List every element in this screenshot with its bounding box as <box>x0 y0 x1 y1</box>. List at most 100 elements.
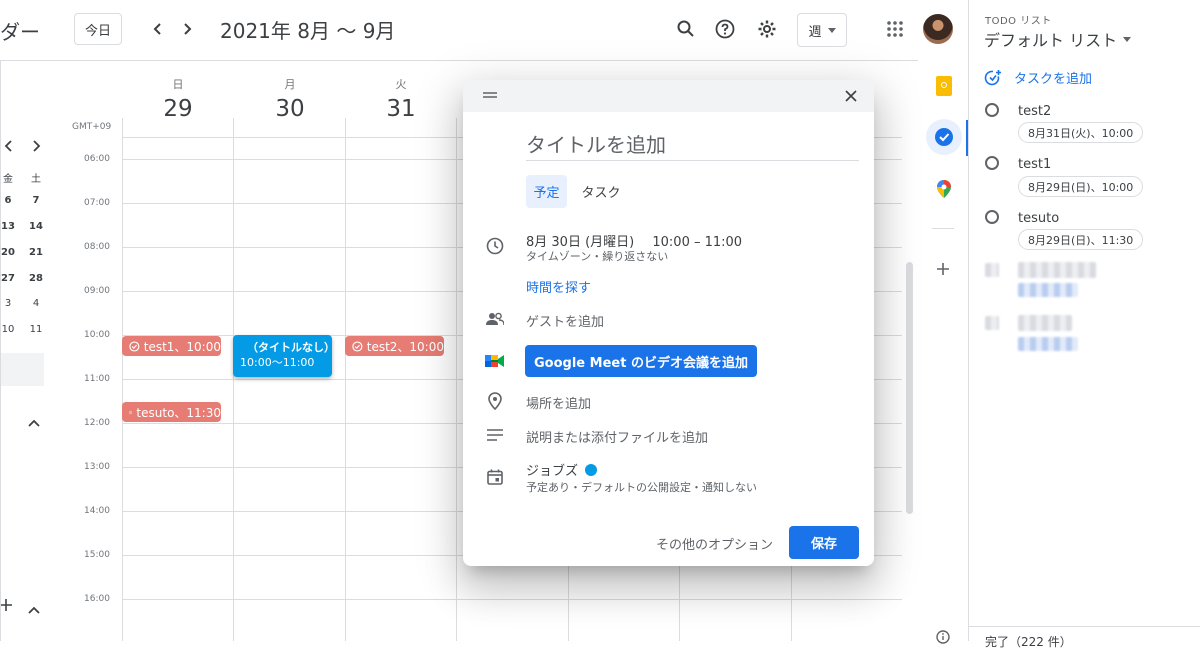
tasks-icon <box>935 128 953 146</box>
find-time-link[interactable]: 時間を探す <box>526 277 591 296</box>
task-list-selector[interactable]: デフォルト リスト <box>984 27 1132 51</box>
mini-prev-button[interactable] <box>4 140 14 155</box>
description-icon <box>485 425 505 445</box>
collapse-button[interactable] <box>28 416 40 430</box>
blurred-checkbox[interactable] <box>985 263 999 277</box>
blurred-task-title[interactable] <box>1018 315 1072 331</box>
task-complete-checkbox[interactable] <box>985 103 999 117</box>
tasks-app-button[interactable] <box>926 119 962 155</box>
calendar-selector[interactable]: ジョブズ <box>526 460 598 479</box>
add-addon-button[interactable] <box>937 263 949 278</box>
mini-day[interactable]: 28 <box>26 273 46 284</box>
event-new-untitled[interactable]: （タイトルなし） 10:00～11:00 <box>233 335 335 377</box>
help-icon <box>715 19 735 39</box>
mini-day[interactable]: 14 <box>26 221 46 232</box>
search-icon <box>677 20 694 37</box>
event-time: 10:00～11:00 <box>240 356 315 369</box>
hour-label: 07:00 <box>84 198 110 208</box>
timezone-repeat-label[interactable]: タイムゾーン・繰り返さない <box>526 248 668 264</box>
event-test2[interactable]: test2、10:00 <box>345 336 444 356</box>
help-button[interactable] <box>710 14 740 44</box>
mini-day[interactable]: 4 <box>26 298 46 309</box>
avatar[interactable] <box>923 14 953 44</box>
mini-day[interactable]: 11 <box>26 324 46 335</box>
collapse-calendars-button[interactable] <box>28 603 40 617</box>
hour-label: 08:00 <box>84 242 110 252</box>
day-number[interactable]: 30 <box>270 96 310 122</box>
divider <box>932 228 954 229</box>
event-quick-create-dialog: 予定 タスク 8月 30日 (月曜日) 10:00 – 11:00 タイムゾーン… <box>463 80 874 566</box>
top-bar: ダー 今日 2021年 8月 ～ 9月 週 <box>0 0 968 61</box>
mini-day[interactable]: 6 <box>0 195 18 206</box>
add-guests-field[interactable]: ゲストを追加 <box>526 311 604 330</box>
add-location-field[interactable]: 場所を追加 <box>526 393 591 412</box>
task-due-chip[interactable]: 8月29日(日)、10:00 <box>1018 176 1144 197</box>
add-calendar-button[interactable] <box>0 598 12 615</box>
keep-icon[interactable] <box>936 76 952 96</box>
hour-label: 15:00 <box>84 550 110 560</box>
mini-next-button[interactable] <box>31 140 41 155</box>
grid-scrollbar[interactable] <box>906 262 913 514</box>
dialog-drag-header[interactable] <box>463 80 874 112</box>
blurred-checkbox[interactable] <box>985 316 999 330</box>
maps-icon[interactable] <box>937 180 951 201</box>
mini-day[interactable]: 3 <box>0 298 18 309</box>
info-icon <box>936 630 950 644</box>
day-number[interactable]: 31 <box>381 96 421 122</box>
blurred-task-chip[interactable] <box>1018 283 1078 297</box>
timezone-label: GMT+09 <box>72 122 112 132</box>
task-title[interactable]: test1 <box>1018 157 1051 172</box>
next-week-button[interactable] <box>174 16 200 42</box>
blurred-task-chip[interactable] <box>1018 337 1078 351</box>
task-complete-checkbox[interactable] <box>985 210 999 224</box>
calendar-color-dot <box>585 463 598 476</box>
settings-button[interactable] <box>752 14 782 44</box>
day-name: 日 <box>172 78 184 91</box>
day-column-line <box>122 118 123 641</box>
mini-day[interactable]: 27 <box>0 273 18 284</box>
chevron-left-icon <box>153 23 161 35</box>
mini-day[interactable]: 10 <box>0 324 18 335</box>
mini-day[interactable]: 13 <box>0 221 18 232</box>
event-test1[interactable]: test1、10:00 <box>122 336 221 356</box>
blurred-task-title[interactable] <box>1018 262 1096 278</box>
plus-icon <box>0 599 12 611</box>
tasks-panel: TODO リスト デフォルト リスト タスクを追加 test2 8月31日(火)… <box>968 0 1200 649</box>
task-title[interactable]: tesuto <box>1018 211 1059 226</box>
chevron-up-icon <box>28 419 40 427</box>
day-name: 月 <box>284 78 296 91</box>
prev-week-button[interactable] <box>145 16 171 42</box>
tab-task[interactable]: タスク <box>575 175 627 208</box>
add-description-field[interactable]: 説明または添付ファイルを追加 <box>526 427 708 446</box>
completed-tasks-toggle[interactable]: 完了（222 件） <box>969 626 1200 649</box>
hour-label: 16:00 <box>84 594 110 604</box>
day-column-line <box>233 118 234 641</box>
task-title[interactable]: test2 <box>1018 104 1051 119</box>
add-google-meet-button[interactable]: Google Meet のビデオ会議を追加 <box>525 345 757 377</box>
event-tesuto[interactable]: tesuto、11:30 <box>122 402 221 422</box>
task-due-chip[interactable]: 8月31日(火)、10:00 <box>1018 122 1144 143</box>
day-number[interactable]: 29 <box>158 96 198 122</box>
hour-label: 09:00 <box>84 286 110 296</box>
hour-label: 14:00 <box>84 506 110 516</box>
task-due-chip[interactable]: 8月29日(日)、11:30 <box>1018 229 1144 250</box>
mini-day[interactable]: 20 <box>0 247 18 258</box>
add-task-button[interactable]: タスクを追加 <box>984 68 1092 87</box>
task-check-icon <box>129 340 140 352</box>
info-button[interactable] <box>936 630 950 647</box>
event-label: test1、10:00 <box>143 339 221 354</box>
title-input[interactable] <box>526 130 859 161</box>
apps-button[interactable] <box>880 14 910 44</box>
side-panel-strip <box>918 60 969 644</box>
more-options-button[interactable]: その他のオプション <box>656 534 773 553</box>
mini-day[interactable]: 21 <box>26 247 46 258</box>
task-complete-checkbox[interactable] <box>985 156 999 170</box>
close-icon[interactable] <box>845 90 857 102</box>
view-selector[interactable]: 週 <box>797 13 847 47</box>
tab-event[interactable]: 予定 <box>526 175 567 208</box>
tasks-panel-header: TODO リスト <box>985 16 1052 27</box>
mini-day[interactable]: 7 <box>26 195 46 206</box>
search-button[interactable] <box>671 14 701 44</box>
save-button[interactable]: 保存 <box>789 526 859 559</box>
today-button[interactable]: 今日 <box>74 13 122 45</box>
